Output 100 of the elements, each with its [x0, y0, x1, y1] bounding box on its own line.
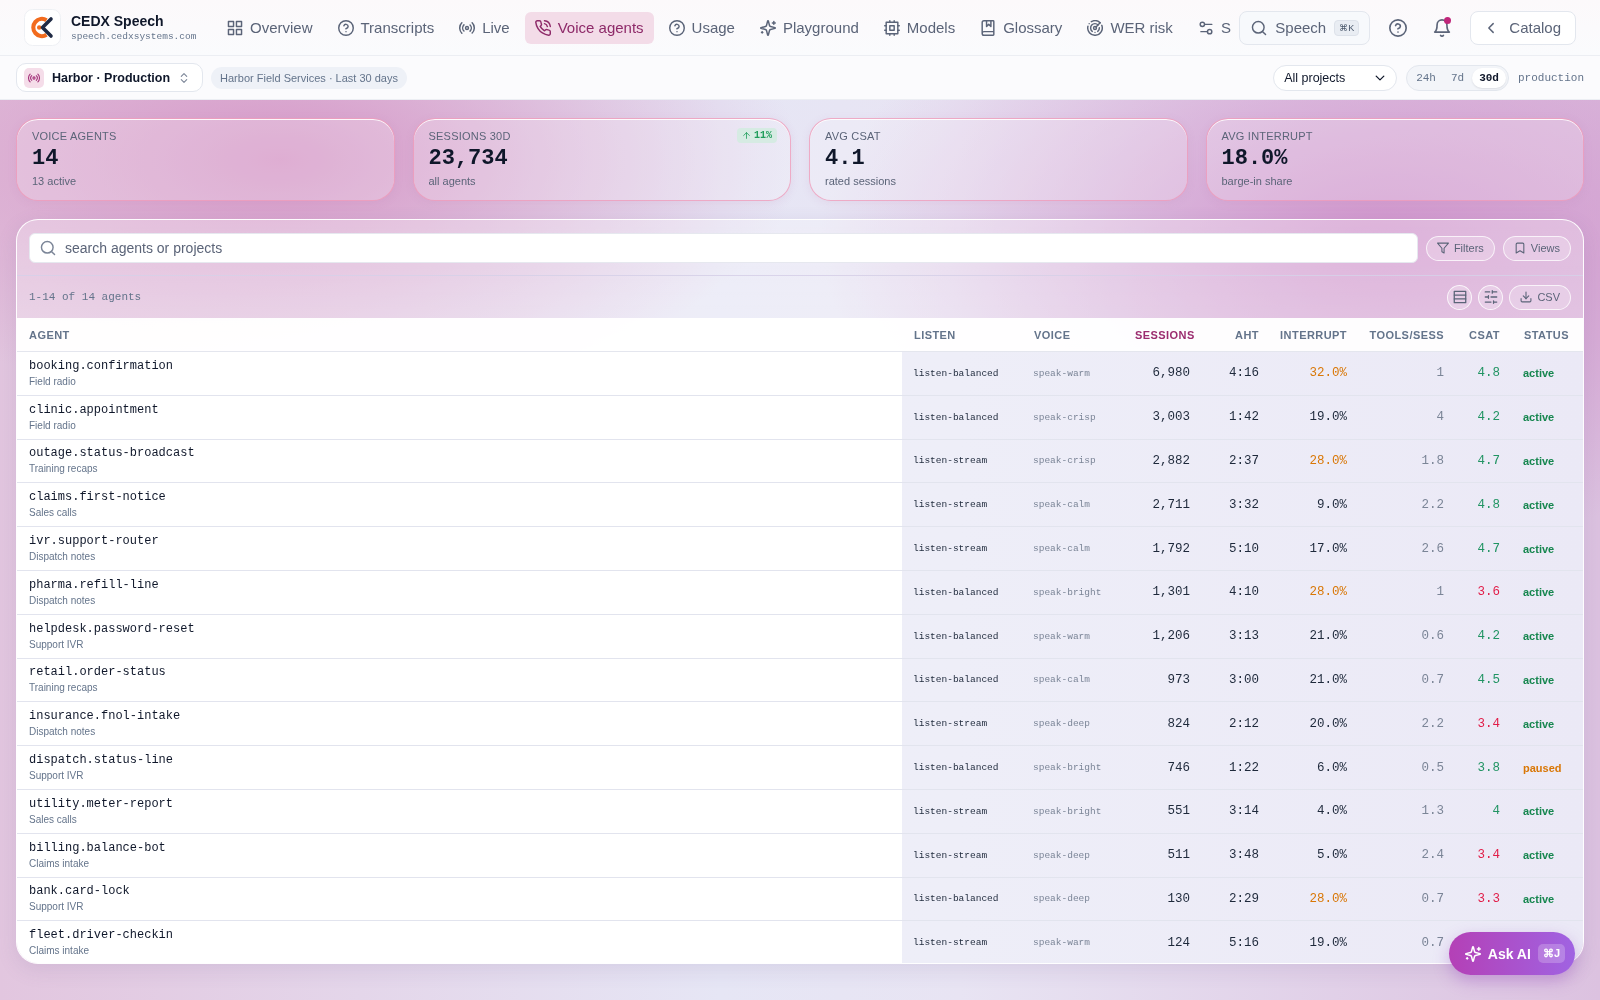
- status-label: paused: [1522, 760, 1563, 776]
- project-selector[interactable]: Harbor · Production: [16, 63, 204, 92]
- table-cell-text: 2.6: [1420, 540, 1445, 558]
- table-cell-text: 5:10: [1228, 540, 1260, 558]
- table-cell-text: 4: [1491, 803, 1501, 821]
- help-icon: [668, 19, 685, 36]
- agent-team: Dispatch notes: [29, 551, 96, 564]
- table-cell-text: 551: [1166, 803, 1191, 821]
- table-cell-text: 5.0%: [1316, 847, 1348, 865]
- status-label: active: [1522, 716, 1556, 732]
- row-density-button[interactable]: [1447, 284, 1473, 310]
- table-cell-text: 28.0%: [1308, 453, 1348, 470]
- search-button[interactable]: Speech ⌘K: [1239, 10, 1371, 45]
- table-cell-text: 130: [1166, 890, 1191, 908]
- table-cell-text: listen-balanced: [912, 366, 1000, 381]
- status-label: active: [1522, 497, 1556, 513]
- range-tab[interactable]: 30d: [1472, 67, 1506, 88]
- nav-tab[interactable]: Glossary: [970, 11, 1073, 44]
- agent-name[interactable]: clinic.appointment: [29, 402, 159, 418]
- rows-icon: [1452, 290, 1467, 304]
- table-cell-text: speak-bright: [1032, 585, 1103, 600]
- agent-name[interactable]: utility.meter-report: [29, 796, 174, 812]
- table-cell-text: 3.6: [1476, 584, 1501, 602]
- filters-button[interactable]: Filters: [1425, 235, 1495, 261]
- nav-tab[interactable]: Overview: [217, 11, 323, 44]
- column-header[interactable]: AGENT: [17, 328, 902, 341]
- agent-name[interactable]: ivr.support-router: [29, 534, 159, 550]
- bell-icon: [1433, 18, 1452, 37]
- kpi-label: SESSIONS 30D: [428, 130, 511, 143]
- table-cell-text: speak-bright: [1032, 761, 1103, 776]
- column-header[interactable]: INTERRUPT: [1271, 328, 1359, 341]
- agent-name[interactable]: claims.first-notice: [29, 490, 166, 506]
- csv-export-button[interactable]: CSV: [1509, 284, 1571, 310]
- nav-tab[interactable]: Voice agents: [524, 11, 654, 44]
- table-cell-text: 4:16: [1228, 365, 1260, 383]
- column-header[interactable]: CSAT: [1456, 328, 1512, 341]
- table-cell-text: 2,711: [1151, 496, 1191, 514]
- search-field[interactable]: search agents or projects: [29, 233, 1418, 263]
- column-header[interactable]: STATUS: [1512, 328, 1583, 341]
- catalog-button[interactable]: Catalog: [1470, 10, 1576, 45]
- agent-name[interactable]: billing.balance-bot: [29, 840, 166, 856]
- table-cell-text: 3:13: [1228, 628, 1260, 646]
- table-cell-text: 1,792: [1151, 540, 1191, 558]
- book-icon: [980, 19, 997, 36]
- table-cell-text: 746: [1166, 759, 1191, 777]
- agent-team: Claims intake: [29, 945, 90, 958]
- nav-tab[interactable]: Playground: [749, 11, 869, 44]
- nav-tab[interactable]: Transcripts: [327, 11, 445, 44]
- column-header[interactable]: TOOLS/SESS: [1359, 328, 1456, 341]
- table-cell-text: 1,206: [1151, 628, 1191, 646]
- bookmark-icon: [1513, 242, 1526, 254]
- nav-tab[interactable]: S: [1187, 11, 1241, 44]
- table-cell-text: 19.0%: [1308, 409, 1348, 427]
- agent-name[interactable]: bank.card-lock: [29, 884, 130, 900]
- agent-name[interactable]: insurance.fnol-intake: [29, 709, 181, 725]
- table-cell-text: 17.0%: [1308, 540, 1348, 558]
- nav-tab[interactable]: WER risk: [1077, 11, 1183, 44]
- nav-tab[interactable]: Usage: [658, 11, 745, 44]
- table-cell-text: listen-stream: [912, 498, 989, 513]
- logo-icon[interactable]: [24, 9, 61, 46]
- range-tab[interactable]: 24h: [1409, 67, 1443, 88]
- agent-team: Training recaps: [29, 463, 98, 476]
- table-cell-text: 3.4: [1476, 715, 1501, 733]
- table-cell-text: 3:32: [1228, 496, 1260, 514]
- radar-icon: [1087, 19, 1104, 36]
- column-header[interactable]: SESSIONS: [1131, 328, 1202, 341]
- table-cell-text: speak-warm: [1032, 936, 1091, 951]
- agent-name[interactable]: outage.status-broadcast: [29, 446, 195, 462]
- table-cell-text: 1:42: [1228, 409, 1260, 427]
- table-cell-text: 6,980: [1151, 365, 1191, 383]
- range-tab[interactable]: 7d: [1443, 67, 1472, 88]
- kpi-value: 4.1: [825, 146, 865, 172]
- table-cell-text: listen-stream: [912, 936, 989, 951]
- sliders-icon: [1483, 290, 1498, 304]
- column-header[interactable]: LISTEN: [902, 328, 1022, 341]
- column-header[interactable]: AHT: [1202, 328, 1271, 341]
- table-cell-text: speak-calm: [1032, 542, 1091, 557]
- table-cell-text: listen-stream: [912, 542, 989, 557]
- ask-ai-button[interactable]: Ask AI ⌘J: [1448, 932, 1575, 975]
- status-label: active: [1522, 541, 1556, 557]
- agent-name[interactable]: fleet.driver-checkin: [29, 928, 174, 944]
- table-cell-text: 0.7: [1420, 934, 1445, 952]
- project-filter-select[interactable]: All projects: [1273, 64, 1398, 91]
- agent-name[interactable]: dispatch.status-line: [29, 753, 174, 769]
- table-cell-text: 0.7: [1420, 890, 1445, 908]
- agent-name[interactable]: pharma.refill-line: [29, 577, 159, 593]
- table-cell-text: listen-balanced: [912, 410, 1000, 425]
- nav-tab[interactable]: Live: [449, 11, 520, 44]
- column-settings-button[interactable]: [1478, 284, 1504, 310]
- agent-name[interactable]: booking.confirmation: [29, 358, 174, 374]
- agent-name[interactable]: helpdesk.password-reset: [29, 621, 195, 637]
- table-cell-text: 3.8: [1476, 759, 1501, 777]
- table-cell-text: 1: [1435, 584, 1445, 602]
- agent-name[interactable]: retail.order-status: [29, 665, 166, 681]
- views-button[interactable]: Views: [1502, 235, 1571, 261]
- agent-team: Sales calls: [29, 507, 77, 520]
- nav-tab[interactable]: Models: [873, 11, 966, 44]
- table-cell-text: 2:29: [1228, 890, 1260, 908]
- table-cell-text: 19.0%: [1308, 934, 1348, 952]
- column-header[interactable]: VOICE: [1022, 328, 1131, 341]
